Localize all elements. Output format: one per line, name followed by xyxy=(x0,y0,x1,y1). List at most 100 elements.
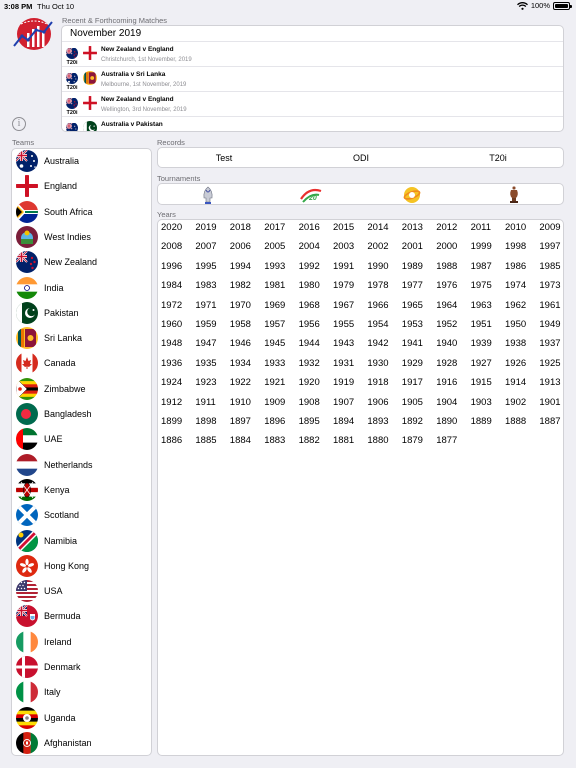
year-button[interactable]: 1917 xyxy=(402,377,436,388)
year-button[interactable]: 1972 xyxy=(161,300,195,311)
year-button[interactable]: 1952 xyxy=(436,319,470,330)
year-button[interactable]: 1979 xyxy=(333,280,367,291)
year-button[interactable]: 1925 xyxy=(539,358,573,369)
year-button[interactable]: 1933 xyxy=(264,358,298,369)
year-button[interactable]: 1935 xyxy=(195,358,229,369)
year-button[interactable]: 1884 xyxy=(230,435,264,446)
year-button[interactable]: 2014 xyxy=(367,222,401,233)
year-button[interactable]: 1951 xyxy=(471,319,505,330)
year-button[interactable]: 1983 xyxy=(195,280,229,291)
year-button[interactable]: 1995 xyxy=(195,261,229,272)
year-button[interactable]: 1950 xyxy=(505,319,539,330)
year-button[interactable]: 2015 xyxy=(333,222,367,233)
year-button[interactable]: 1987 xyxy=(471,261,505,272)
year-button[interactable]: 1971 xyxy=(195,300,229,311)
year-button[interactable]: 2011 xyxy=(471,222,505,233)
year-button[interactable]: 1939 xyxy=(471,338,505,349)
year-button[interactable]: 2002 xyxy=(367,241,401,252)
teams-list[interactable]: Australia England South Africa West Indies N… xyxy=(11,148,152,756)
year-button[interactable]: 1966 xyxy=(367,300,401,311)
year-button[interactable]: 1910 xyxy=(230,397,264,408)
year-button[interactable]: 1940 xyxy=(436,338,470,349)
team-row-pakistan[interactable]: Pakistan xyxy=(12,301,151,326)
year-button[interactable]: 1912 xyxy=(161,397,195,408)
year-button[interactable]: 1928 xyxy=(436,358,470,369)
team-row-afghanistan[interactable]: Afghanistan xyxy=(12,731,151,755)
team-row-england[interactable]: England xyxy=(12,174,151,199)
year-button[interactable]: 1948 xyxy=(161,338,195,349)
year-button[interactable]: 2005 xyxy=(264,241,298,252)
year-button[interactable]: 1920 xyxy=(299,377,333,388)
year-button[interactable]: 2010 xyxy=(505,222,539,233)
team-row-uganda[interactable]: Uganda xyxy=(12,706,151,731)
year-button[interactable]: 1982 xyxy=(230,280,264,291)
year-button[interactable]: 1918 xyxy=(367,377,401,388)
year-button[interactable]: 1905 xyxy=(402,397,436,408)
year-button[interactable]: 2013 xyxy=(402,222,436,233)
year-button[interactable]: 1994 xyxy=(230,261,264,272)
year-button[interactable]: 1992 xyxy=(299,261,333,272)
year-button[interactable]: 1938 xyxy=(505,338,539,349)
year-button[interactable]: 1890 xyxy=(436,416,470,427)
year-button[interactable]: 1942 xyxy=(367,338,401,349)
year-button[interactable]: 2004 xyxy=(299,241,333,252)
team-row-netherlands[interactable]: Netherlands xyxy=(12,453,151,478)
team-row-west-indies[interactable]: West Indies xyxy=(12,225,151,250)
year-button[interactable]: 1969 xyxy=(264,300,298,311)
records-t20i-button[interactable]: T20i xyxy=(438,153,558,163)
year-button[interactable]: 1965 xyxy=(402,300,436,311)
team-row-bangladesh[interactable]: Bangladesh xyxy=(12,402,151,427)
year-button[interactable]: 2019 xyxy=(195,222,229,233)
year-button[interactable]: 1887 xyxy=(539,416,573,427)
tournaments-bar[interactable]: 20 xyxy=(157,183,564,205)
year-button[interactable]: 1945 xyxy=(264,338,298,349)
match-row[interactable]: T20i New Zealand v England Christchurch, 1… xyxy=(62,41,563,66)
team-row-india[interactable]: India xyxy=(12,276,151,301)
year-button[interactable]: 1915 xyxy=(471,377,505,388)
team-row-kenya[interactable]: Kenya xyxy=(12,478,151,503)
year-button[interactable]: 1929 xyxy=(402,358,436,369)
year-button[interactable]: 2003 xyxy=(333,241,367,252)
year-button[interactable]: 2009 xyxy=(539,222,573,233)
year-button[interactable]: 1957 xyxy=(264,319,298,330)
year-button[interactable]: 1901 xyxy=(539,397,573,408)
info-button[interactable]: i xyxy=(12,117,26,131)
year-button[interactable]: 1934 xyxy=(230,358,264,369)
year-button[interactable]: 1902 xyxy=(505,397,539,408)
year-button[interactable]: 1898 xyxy=(195,416,229,427)
year-button[interactable]: 2008 xyxy=(161,241,195,252)
champions-trophy-logo-icon[interactable] xyxy=(402,185,422,205)
year-button[interactable]: 1984 xyxy=(161,280,195,291)
year-button[interactable]: 1989 xyxy=(402,261,436,272)
year-button[interactable]: 1932 xyxy=(299,358,333,369)
year-button[interactable]: 1980 xyxy=(299,280,333,291)
world-cup-trophy-icon[interactable] xyxy=(198,185,218,205)
year-button[interactable]: 1990 xyxy=(367,261,401,272)
team-row-new-zealand[interactable]: New Zealand xyxy=(12,250,151,275)
team-row-bermuda[interactable]: Bermuda xyxy=(12,604,151,629)
team-row-namibia[interactable]: Namibia xyxy=(12,529,151,554)
year-button[interactable]: 2012 xyxy=(436,222,470,233)
year-button[interactable]: 1944 xyxy=(299,338,333,349)
year-button[interactable]: 1930 xyxy=(367,358,401,369)
year-button[interactable]: 1956 xyxy=(299,319,333,330)
match-row[interactable]: T20i Australia v Sri Lanka Melbourne, 1st … xyxy=(62,66,563,91)
records-segmented-control[interactable]: Test ODI T20i xyxy=(157,147,564,168)
year-button[interactable]: 1960 xyxy=(161,319,195,330)
year-button[interactable]: 1926 xyxy=(505,358,539,369)
year-button[interactable]: 2017 xyxy=(264,222,298,233)
team-row-hong-kong[interactable]: Hong Kong xyxy=(12,554,151,579)
year-button[interactable]: 1908 xyxy=(299,397,333,408)
year-button[interactable]: 1975 xyxy=(471,280,505,291)
year-button[interactable]: 1904 xyxy=(436,397,470,408)
year-button[interactable]: 1955 xyxy=(333,319,367,330)
year-button[interactable]: 1946 xyxy=(230,338,264,349)
records-test-button[interactable]: Test xyxy=(164,153,284,163)
match-row[interactable]: T20i New Zealand v England Wellington, 3rd… xyxy=(62,91,563,116)
world-t20-logo-icon[interactable]: 20 xyxy=(299,185,323,205)
year-button[interactable]: 1949 xyxy=(539,319,573,330)
year-button[interactable]: 1941 xyxy=(402,338,436,349)
year-button[interactable]: 1985 xyxy=(539,261,573,272)
year-button[interactable]: 1879 xyxy=(402,435,436,446)
year-button[interactable]: 1976 xyxy=(436,280,470,291)
